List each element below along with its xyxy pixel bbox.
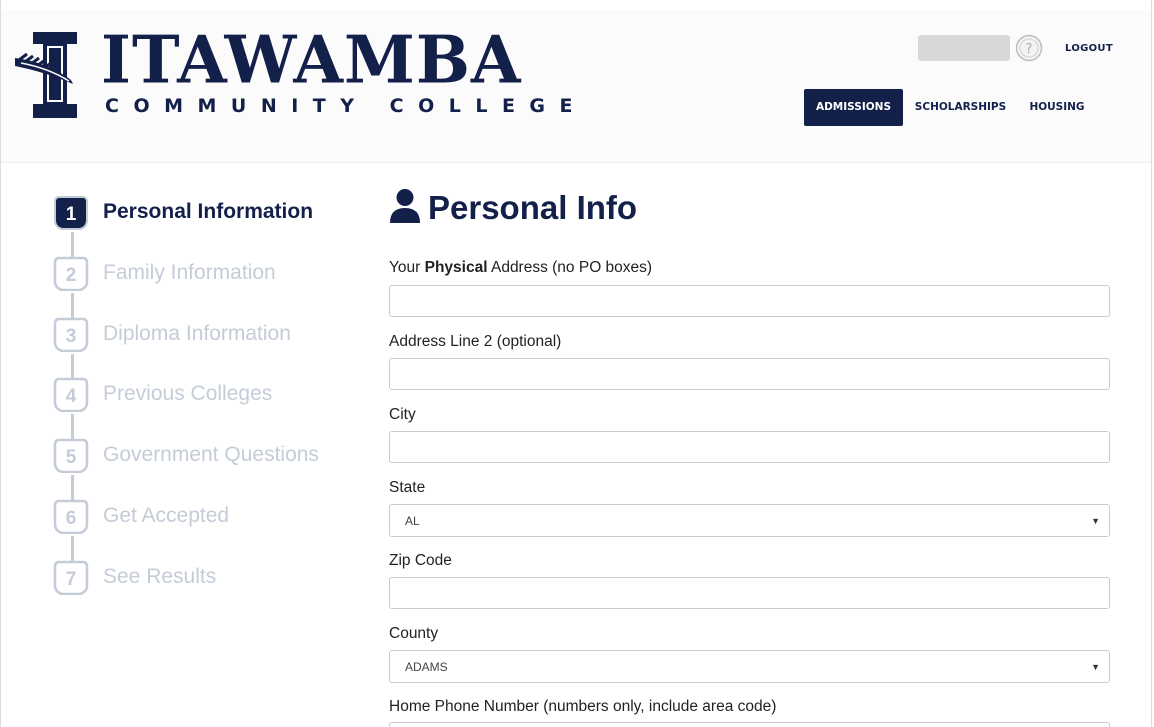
- address-label: Your Physical Address (no PO boxes): [389, 259, 653, 276]
- city-label: City: [389, 406, 416, 423]
- state-select[interactable]: AL ▼: [389, 504, 1110, 537]
- nav-admissions[interactable]: ADMISSIONS: [804, 89, 903, 126]
- nav-housing[interactable]: HOUSING: [1025, 89, 1089, 126]
- college-logo[interactable]: ITAWAMBA COMMUNITY COLLEGE: [13, 25, 573, 130]
- step-item-previous-colleges[interactable]: 4 Previous Colleges: [51, 374, 351, 418]
- step-number-badge: 2: [53, 256, 89, 291]
- state-label: State: [389, 479, 426, 496]
- step-number: 3: [66, 326, 77, 347]
- step-number: 5: [66, 447, 77, 468]
- home-phone-input[interactable]: [389, 722, 1110, 727]
- step-label: Previous Colleges: [103, 382, 273, 405]
- zip-label: Zip Code: [389, 552, 452, 569]
- step-item-government-questions[interactable]: 5 Government Questions: [51, 435, 351, 479]
- home-phone-label: Home Phone Number (numbers only, include…: [389, 698, 777, 715]
- step-item-diploma-information[interactable]: 3 Diploma Information: [51, 314, 351, 358]
- brand-subtitle: COMMUNITY COLLEGE: [105, 95, 588, 117]
- step-item-personal-information[interactable]: 1 Personal Information: [51, 192, 351, 236]
- step-number-badge: 7: [53, 560, 89, 595]
- physical-address-input[interactable]: [389, 285, 1110, 317]
- step-number-badge: 3: [53, 317, 89, 352]
- county-select[interactable]: ADAMS ▼: [389, 650, 1110, 683]
- zip-code-input[interactable]: [389, 577, 1110, 609]
- logout-link[interactable]: LOGOUT: [1065, 43, 1113, 54]
- user-name-box[interactable]: [918, 35, 1010, 61]
- city-input[interactable]: [389, 431, 1110, 463]
- step-number: 1: [66, 204, 77, 225]
- address-line-2-input[interactable]: [389, 358, 1110, 390]
- step-label: Diploma Information: [103, 322, 291, 345]
- person-icon: [390, 189, 420, 223]
- county-selected-value: ADAMS: [405, 660, 448, 674]
- step-label: Get Accepted: [103, 504, 230, 527]
- chevron-down-icon: ▼: [1091, 516, 1100, 526]
- step-item-see-results[interactable]: 7 See Results: [51, 557, 351, 601]
- help-question-icon[interactable]: ?: [1015, 34, 1043, 62]
- step-item-get-accepted[interactable]: 6 Get Accepted: [51, 496, 351, 540]
- step-number-badge: 6: [53, 499, 89, 534]
- step-number: 4: [66, 386, 77, 407]
- step-label: Government Questions: [103, 443, 319, 466]
- step-number: 2: [66, 265, 77, 286]
- county-label: County: [389, 625, 439, 642]
- svg-text:?: ?: [1026, 42, 1033, 57]
- step-number: 6: [66, 508, 77, 529]
- step-label: Personal Information: [103, 200, 314, 223]
- step-label: See Results: [103, 565, 217, 588]
- brand-name: ITAWAMBA: [101, 22, 522, 99]
- site-header: ITAWAMBA COMMUNITY COLLEGE ? LOGOUT ADMI…: [1, 10, 1151, 163]
- page-title: Personal Info: [428, 189, 638, 226]
- nav-scholarships[interactable]: SCHOLARSHIPS: [913, 89, 1008, 126]
- feather-i-logo-icon: [15, 32, 77, 118]
- chevron-down-icon: ▼: [1091, 662, 1100, 672]
- step-number-badge: 5: [53, 438, 89, 473]
- page: ITAWAMBA COMMUNITY COLLEGE ? LOGOUT ADMI…: [0, 0, 1152, 727]
- step-number: 7: [66, 569, 77, 590]
- step-number-badge: 1: [54, 196, 88, 230]
- state-selected-value: AL: [405, 514, 420, 528]
- step-number-badge: 4: [53, 377, 89, 412]
- address2-label: Address Line 2 (optional): [389, 333, 562, 350]
- step-label: Family Information: [103, 261, 276, 284]
- step-item-family-information[interactable]: 2 Family Information: [51, 253, 351, 297]
